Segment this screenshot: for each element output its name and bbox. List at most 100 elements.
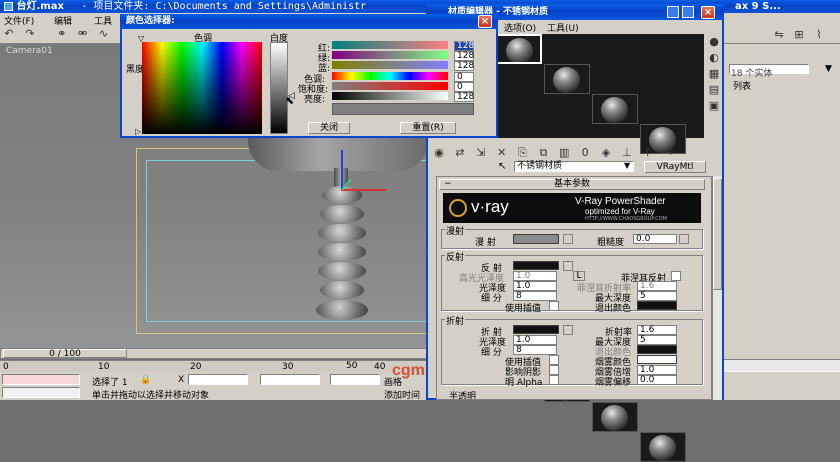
diffuse-map-button[interactable]	[563, 234, 573, 244]
menu-utilities[interactable]: 工具(U)	[547, 24, 579, 34]
align-icon[interactable]: ⊞	[791, 27, 807, 43]
move-gizmo-y[interactable]	[341, 150, 343, 190]
roughness-map-button[interactable]	[679, 234, 689, 244]
refl-subdivs-spinner[interactable]: 8	[513, 291, 557, 301]
ior-spinner[interactable]: 1.6	[637, 325, 677, 335]
reset-material-icon[interactable]: ✕	[494, 145, 510, 161]
menu-options[interactable]: 选项(O)	[504, 24, 536, 34]
refr-max-depth-spinner[interactable]: 5	[637, 335, 677, 345]
maximize-button[interactable]	[682, 6, 694, 18]
material-editor-close-button[interactable]: ×	[701, 6, 715, 19]
go-parent-icon[interactable]: ↑	[640, 145, 656, 161]
refract-map-button[interactable]	[563, 325, 573, 335]
rollout-header[interactable]: − 基本参数	[439, 179, 705, 190]
maxscript-listener[interactable]	[2, 374, 80, 385]
refl-exit-color-swatch[interactable]	[637, 301, 677, 310]
hue-slider[interactable]	[332, 72, 448, 80]
video-check-icon[interactable]: ▣	[706, 98, 722, 114]
fresnel-ior-spinner[interactable]: 1.6	[637, 281, 677, 291]
sample-type-icon[interactable]: ●	[706, 34, 722, 50]
refr-subdivs-spinner[interactable]: 8	[513, 345, 557, 355]
refr-gloss-spinner[interactable]: 1.0	[513, 335, 557, 345]
hilight-gloss-spinner[interactable]: 1.0	[513, 271, 557, 281]
fresnel-checkbox[interactable]	[671, 271, 681, 281]
coord-y-field[interactable]	[260, 374, 320, 385]
green-spinner[interactable]: 128	[454, 51, 474, 61]
move-gizmo-x[interactable]	[341, 189, 386, 191]
fog-color-swatch[interactable]	[637, 355, 677, 364]
red-slider[interactable]	[332, 41, 448, 49]
trackbar[interactable]: 0 10 20 30 40	[0, 360, 430, 372]
color-picker-reset-button[interactable]: 重置(R)	[400, 122, 456, 134]
rollout-scrollbar-thumb[interactable]	[713, 178, 722, 290]
reflect-color-swatch[interactable]	[513, 261, 559, 270]
time-slider-thumb[interactable]: 0 / 100	[3, 349, 127, 359]
saturation-slider[interactable]	[332, 82, 448, 90]
sample-slot[interactable]	[592, 94, 638, 124]
coord-x-field[interactable]	[188, 374, 248, 385]
effects-channel-icon[interactable]: 0	[577, 145, 593, 161]
coord-z-field[interactable]	[330, 374, 380, 385]
show-map-icon[interactable]: ◈	[598, 145, 614, 161]
rollout-scrollbar[interactable]	[712, 176, 722, 400]
library-icon[interactable]: ▥	[556, 145, 572, 161]
value-spinner[interactable]: 128	[454, 92, 474, 102]
material-name-field[interactable]: 不锈钢材质	[514, 161, 634, 172]
assign-material-icon[interactable]: ⇲	[473, 145, 489, 161]
mirror-icon[interactable]: ⇋	[771, 27, 787, 43]
refl-max-depth-spinner[interactable]: 5	[637, 291, 677, 301]
refract-color-swatch[interactable]	[513, 325, 559, 334]
sample-slot[interactable]	[640, 432, 686, 462]
green-slider[interactable]	[332, 51, 448, 59]
background-icon[interactable]: ▦	[706, 66, 722, 82]
blue-slider[interactable]	[332, 61, 448, 69]
curve-editor-icon[interactable]: ⌇	[811, 27, 827, 43]
color-picker-close-button[interactable]: 关闭	[308, 122, 350, 134]
fog-bias-spinner[interactable]: 0.0	[637, 375, 677, 385]
unlink-icon[interactable]: ⚮	[75, 26, 91, 42]
viewport-label[interactable]: Camera01	[6, 46, 53, 56]
copy-material-icon[interactable]: ⎘	[515, 145, 531, 161]
get-material-icon[interactable]: ◉	[431, 145, 447, 161]
undo-icon[interactable]: ↶	[1, 26, 17, 42]
show-end-icon[interactable]: ⊥	[619, 145, 635, 161]
sample-slot[interactable]	[592, 402, 638, 432]
go-sibling-icon[interactable]: →	[661, 145, 677, 161]
reflect-map-button[interactable]	[563, 261, 573, 271]
affect-shadows-checkbox[interactable]	[549, 365, 559, 375]
color-picker-close-x[interactable]: ×	[478, 15, 492, 28]
affect-alpha-checkbox[interactable]	[549, 375, 559, 385]
material-name-dropdown-icon[interactable]: ▼	[624, 161, 630, 170]
hilight-lock-button[interactable]: L	[573, 271, 585, 281]
link-icon[interactable]: ⚭	[54, 26, 70, 42]
minimize-button[interactable]	[667, 6, 679, 18]
lock-icon[interactable]: 🔒	[140, 375, 151, 385]
uv-tiling-icon[interactable]: ▤	[706, 82, 722, 98]
roughness-spinner[interactable]: 0.0	[633, 234, 677, 244]
unique-icon[interactable]: ⧉	[535, 145, 551, 161]
blue-spinner[interactable]: 128	[454, 61, 474, 71]
blackness-marker-icon[interactable]: ▷	[135, 127, 141, 136]
material-type-button[interactable]: VRayMtl	[644, 161, 706, 173]
refr-use-interp-checkbox[interactable]	[549, 355, 559, 365]
redo-icon[interactable]: ↷	[22, 26, 38, 42]
value-slider[interactable]	[332, 92, 448, 100]
panel-dropdown-arrow[interactable]: ▼	[825, 64, 832, 74]
diffuse-color-swatch[interactable]	[513, 234, 559, 244]
put-to-scene-icon[interactable]: ⇄	[452, 145, 468, 161]
sample-slot[interactable]	[496, 34, 542, 64]
hue-whiteness-field[interactable]	[142, 42, 262, 134]
pick-material-icon[interactable]: ↖	[498, 161, 506, 172]
refr-exit-color-swatch[interactable]	[637, 345, 677, 354]
refl-use-interp-checkbox[interactable]	[549, 301, 559, 311]
status-add-time[interactable]: 添加时间	[384, 388, 420, 401]
sample-slot[interactable]	[544, 64, 590, 94]
refl-gloss-spinner[interactable]: 1.0	[513, 281, 557, 291]
backlight-icon[interactable]: ◐	[706, 50, 722, 66]
saturation-spinner[interactable]: 0	[454, 82, 474, 92]
red-spinner[interactable]: 128	[454, 41, 474, 51]
color-picker-title-bar[interactable]: 颜色选择器: ×	[120, 14, 498, 29]
hue-spinner[interactable]: 0	[454, 72, 474, 82]
bind-icon[interactable]: ∿	[96, 26, 112, 42]
fog-mult-spinner[interactable]: 1.0	[637, 365, 677, 375]
